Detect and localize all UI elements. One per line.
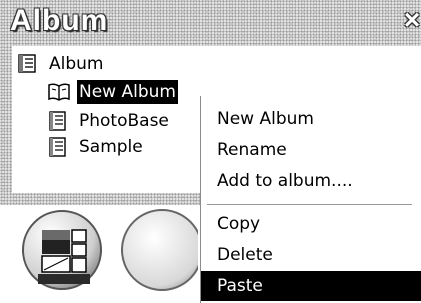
context-menu: New Album Rename Add to album.... Copy D… (200, 96, 421, 303)
album-list-icon (17, 54, 39, 74)
album-list-icon (47, 137, 69, 157)
tree-item-label: Sample (79, 137, 143, 157)
window-title: Album (10, 4, 109, 37)
tree-item-label: PhotoBase (79, 111, 169, 131)
album-list-icon (47, 111, 69, 131)
menu-item-copy[interactable]: Copy (201, 209, 421, 239)
tree-item-label: Album (49, 54, 104, 74)
open-book-icon (47, 82, 70, 102)
menu-item-new-album[interactable]: New Album (201, 104, 421, 134)
menu-item-label: Copy (217, 214, 261, 234)
menu-item-label: Add to album.... (217, 171, 353, 191)
close-icon: × (403, 4, 421, 35)
layout-button[interactable] (20, 208, 104, 292)
round-button[interactable] (118, 206, 203, 292)
menu-item-add-to-album[interactable]: Add to album.... (201, 166, 421, 196)
tree-item-label: New Album (77, 80, 178, 104)
window-frame-left (0, 46, 12, 196)
menu-item-rename[interactable]: Rename (201, 135, 421, 165)
menu-item-label: Rename (217, 140, 287, 160)
menu-item-label: Paste (217, 276, 263, 296)
round-button-icon (121, 209, 203, 291)
menu-item-delete[interactable]: Delete (201, 240, 421, 270)
close-button[interactable]: × (399, 6, 421, 34)
menu-item-label: New Album (217, 109, 314, 129)
menu-item-label: Delete (217, 245, 273, 265)
album-window: Album × Album New Album PhotoBase Sample… (0, 0, 421, 303)
menu-separator (207, 204, 412, 205)
window-frame-bottom (0, 193, 200, 205)
menu-item-paste[interactable]: Paste (201, 271, 421, 301)
title-bar[interactable]: Album × (0, 0, 421, 46)
layout-grid-icon (22, 210, 102, 290)
